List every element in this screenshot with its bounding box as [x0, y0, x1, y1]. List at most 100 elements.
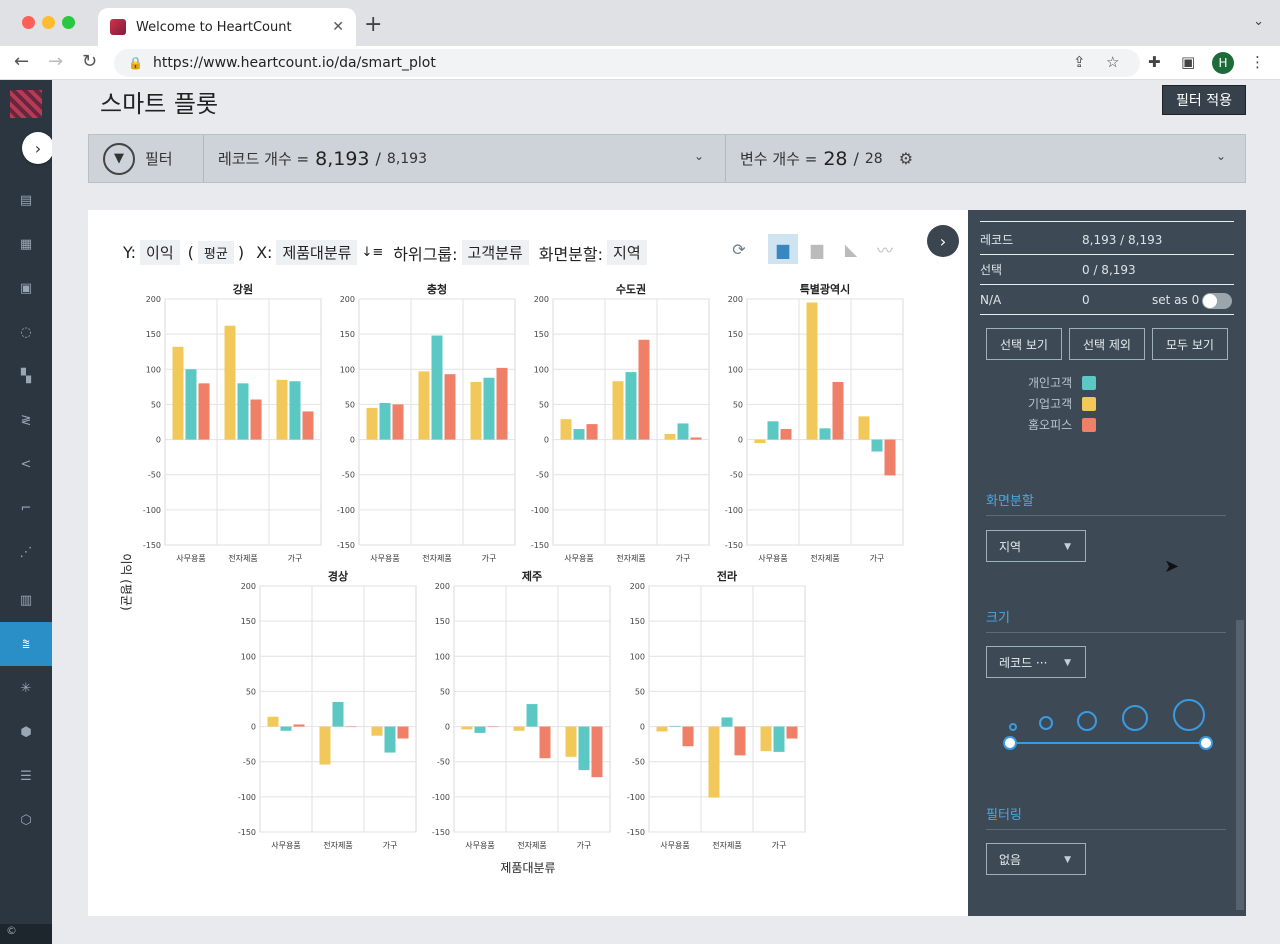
y-tick-label: 200	[340, 295, 355, 304]
sidebar-expand-chevron-icon[interactable]: ›	[22, 132, 54, 164]
apply-filter-button[interactable]: 필터 적용	[1162, 85, 1246, 115]
share-icon[interactable]: ⇪	[1073, 53, 1086, 71]
settings-gear-icon[interactable]: ⚙	[899, 149, 913, 168]
y-tick-label: 150	[146, 330, 161, 339]
set-zero-toggle[interactable]	[1202, 293, 1232, 309]
sidebar-badge-icon[interactable]: ⬡	[0, 804, 52, 836]
panel-title: 강원	[233, 282, 253, 296]
new-tab-icon[interactable]: +	[364, 12, 382, 37]
browser-menu-icon[interactable]: ⋮	[1250, 53, 1265, 71]
y-tick-label: -50	[437, 758, 450, 767]
back-icon[interactable]: ←	[14, 51, 29, 72]
heartcount-favicon-icon	[110, 19, 126, 35]
sidebar-book-icon[interactable]: ▤	[0, 184, 52, 216]
show-all-button[interactable]: 모두 보기	[1152, 328, 1228, 360]
y-tick-label: 100	[534, 365, 549, 374]
minimize-window-dot[interactable]	[42, 16, 55, 29]
bar	[397, 726, 409, 739]
profile-avatar[interactable]: H	[1212, 52, 1234, 74]
filter-bar: ▼ 필터 레코드 개수 = 8,193 / 8,193 ⌄ 변수 개수 = 28…	[88, 134, 1246, 183]
forward-icon[interactable]: →	[48, 51, 63, 72]
sidebar-flow-icon[interactable]: ≷	[0, 404, 52, 436]
bar	[884, 439, 896, 476]
sidebar-gauge-icon[interactable]: ◌	[0, 316, 52, 348]
heartcount-logo-icon[interactable]	[10, 90, 42, 118]
y-tick-label: 0	[156, 436, 161, 445]
sidebar-camera-folder-icon[interactable]: ▣	[0, 272, 52, 304]
sidebar-snowflake-icon[interactable]: ✳	[0, 672, 52, 704]
sidebar-share-icon[interactable]: <	[0, 448, 52, 480]
size-dropdown[interactable]: 레코드 ··· ▼	[986, 646, 1086, 678]
bar	[669, 725, 681, 727]
sidebar-dots-icon[interactable]: ⋰	[0, 536, 52, 568]
na-row: N/A 0 set as 0	[980, 285, 1234, 315]
x-tick-label: 가구	[676, 554, 691, 563]
area-view-icon[interactable]: ◣	[836, 234, 866, 264]
split-chip[interactable]: 지역	[607, 240, 647, 265]
bar	[276, 379, 288, 440]
x-variable-chip[interactable]: 제품대분류	[276, 240, 358, 265]
y-tick-label: -150	[238, 828, 256, 837]
bar	[819, 428, 831, 440]
x-axis-title: 제품대분류	[500, 861, 555, 875]
x-tick-label: 전자제품	[422, 553, 451, 563]
y-tick-label: -150	[627, 828, 645, 837]
x-tick-label: 전자제품	[712, 840, 741, 850]
split-dropdown[interactable]: 지역 ▼	[986, 530, 1086, 562]
bar	[267, 716, 279, 727]
legend-item-corporate[interactable]: 기업고객	[1028, 395, 1097, 412]
extensions-icon[interactable]: ✚	[1148, 53, 1161, 71]
bar	[487, 726, 499, 728]
maximize-window-dot[interactable]	[62, 16, 75, 29]
close-window-dot[interactable]	[22, 16, 35, 29]
tab-search-chevron-icon[interactable]: ⌄	[1253, 14, 1264, 29]
right-panel-scrollbar[interactable]	[1236, 620, 1244, 910]
sidebar-folder-icon[interactable]: ▦	[0, 228, 52, 260]
variable-chevron-down-icon[interactable]: ⌄	[1216, 149, 1226, 163]
sidebar-cube-icon[interactable]: ⬢	[0, 716, 52, 748]
subgroup-chip[interactable]: 고객분류	[461, 240, 529, 265]
sort-icon[interactable]: ↓≡	[361, 245, 383, 260]
bar	[379, 403, 391, 440]
legend-item-home-office[interactable]: 홈오피스	[1028, 416, 1097, 433]
side-panel-icon[interactable]: ▣	[1181, 53, 1195, 71]
slider-max-handle[interactable]	[1199, 736, 1213, 750]
aggregation-chip[interactable]: 평균	[197, 241, 234, 264]
sidebar-smart-plot-icon[interactable]: ⩰	[0, 622, 52, 666]
sidebar-hbar-icon[interactable]: ☰	[0, 760, 52, 792]
size-range-slider[interactable]	[996, 694, 1226, 754]
show-selection-button[interactable]: 선택 보기	[986, 328, 1062, 360]
y-tick-label: -150	[531, 541, 549, 550]
variable-count-section[interactable]: 변수 개수 = 28 / 28 ⚙ ⌄	[726, 135, 1246, 182]
exclude-selection-button[interactable]: 선택 제외	[1069, 328, 1145, 360]
next-panel-chevron-icon[interactable]: ›	[927, 225, 959, 257]
filtering-dropdown[interactable]: 없음 ▼	[986, 843, 1086, 875]
record-count-label: 레코드 개수 =	[218, 150, 310, 168]
bar	[773, 726, 785, 752]
bar	[474, 726, 486, 733]
x-tick-label: 가구	[288, 554, 303, 563]
close-tab-icon[interactable]: ✕	[332, 19, 344, 35]
y-variable-chip[interactable]: 이익	[140, 240, 180, 265]
y-tick-label: 150	[241, 617, 256, 626]
browser-tab[interactable]: Welcome to HeartCount ✕	[98, 8, 356, 46]
sidebar-steps-icon[interactable]: ⌐	[0, 492, 52, 524]
sidebar-grid-icon[interactable]: ▚	[0, 360, 52, 392]
bookmark-star-icon[interactable]: ☆	[1106, 53, 1119, 71]
record-chevron-down-icon[interactable]: ⌄	[694, 149, 704, 163]
bar	[444, 374, 456, 440]
sidebar-bar-chart-icon[interactable]: ▥	[0, 584, 52, 616]
legend-item-individual[interactable]: 개인고객	[1028, 374, 1097, 391]
line-view-icon[interactable]: 〰	[870, 234, 900, 264]
agg-close: )	[237, 243, 245, 262]
reload-icon[interactable]: ↻	[82, 51, 97, 72]
refresh-chart-icon[interactable]: ⟳	[724, 234, 754, 264]
stacked-bar-view-icon[interactable]: ▆	[802, 234, 832, 264]
record-count-section[interactable]: 레코드 개수 = 8,193 / 8,193 ⌄	[204, 135, 726, 182]
toggle-knob	[1203, 294, 1217, 308]
filter-toggle[interactable]: ▼ 필터	[89, 135, 204, 182]
slider-min-handle[interactable]	[1003, 736, 1017, 750]
y-tick-label: -100	[531, 506, 549, 515]
address-bar[interactable]: 🔒 https://www.heartcount.io/da/smart_plo…	[114, 49, 1140, 77]
grouped-bar-view-icon[interactable]: ▆	[768, 234, 798, 264]
